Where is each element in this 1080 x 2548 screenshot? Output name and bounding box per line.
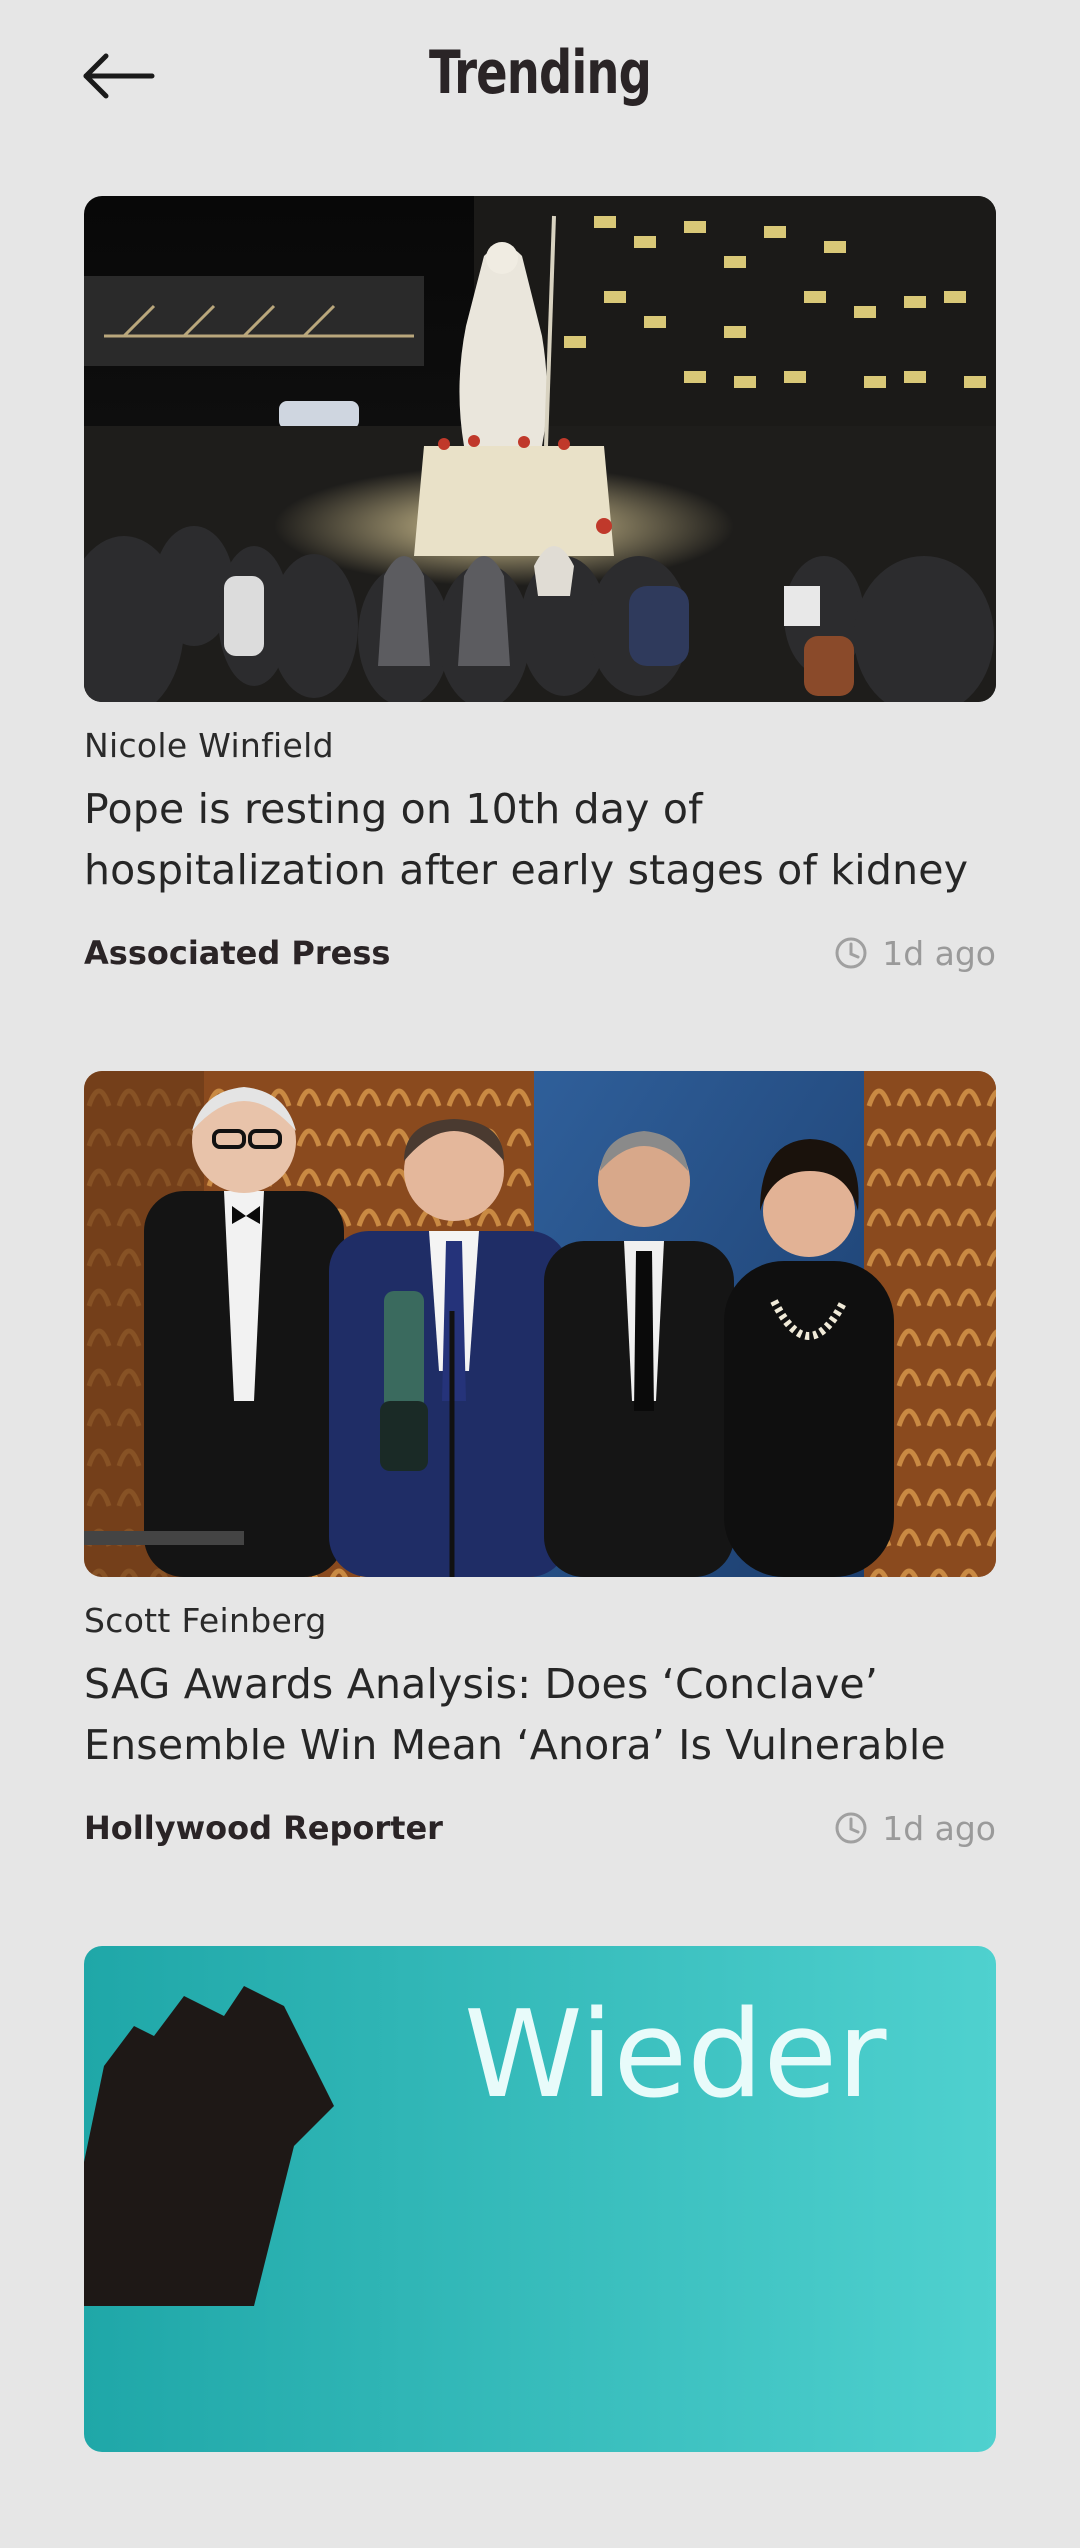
article-feed[interactable]: Nicole Winfield Pope is resting on 10th … [84, 196, 996, 2548]
article-card[interactable]: Wieder [84, 1946, 996, 2452]
article-headline[interactable]: SAG Awards Analysis: Does ‘Conclave’ Ens… [84, 1654, 996, 1776]
article-card[interactable]: Scott Feinberg SAG Awards Analysis: Does… [84, 1071, 996, 1850]
image-text: Wieder [464, 1986, 887, 2125]
clock-icon [835, 937, 867, 969]
article-author: Nicole Winfield [84, 726, 334, 765]
article-time: 1d ago [834, 1809, 996, 1848]
article-image[interactable] [84, 196, 996, 702]
clock-icon [835, 1812, 867, 1844]
page-title: Trending [428, 38, 652, 108]
article-author: Scott Feinberg [84, 1601, 327, 1640]
app-header: Trending [0, 0, 1080, 160]
article-time: 1d ago [834, 934, 996, 973]
article-card[interactable]: Nicole Winfield Pope is resting on 10th … [84, 196, 996, 975]
article-meta: Associated Press 1d ago [84, 931, 996, 975]
article-image[interactable] [84, 1071, 996, 1577]
article-meta: Hollywood Reporter 1d ago [84, 1806, 996, 1850]
article-source: Hollywood Reporter [84, 1809, 443, 1847]
article-image[interactable]: Wieder [84, 1946, 996, 2452]
time-label: 1d ago [882, 1808, 996, 1848]
article-headline[interactable]: Pope is resting on 10th day of hospitali… [84, 779, 996, 901]
article-source: Associated Press [84, 934, 391, 972]
time-label: 1d ago [882, 933, 996, 973]
